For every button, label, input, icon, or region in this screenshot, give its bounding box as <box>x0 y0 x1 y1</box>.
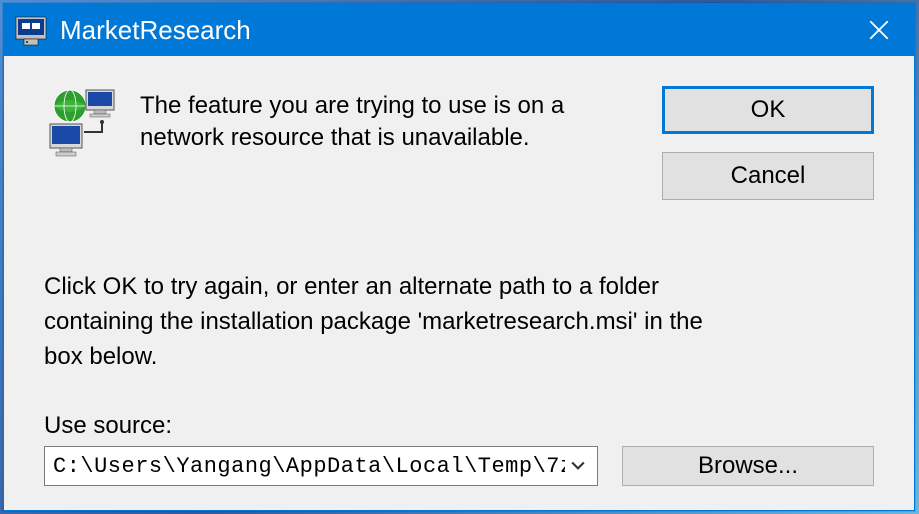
primary-message: The feature you are trying to use is on … <box>140 86 662 155</box>
chevron-down-icon[interactable] <box>565 450 591 482</box>
cancel-button[interactable]: Cancel <box>662 152 874 200</box>
installer-icon <box>12 11 50 49</box>
source-label: Use source: <box>44 412 874 440</box>
network-install-icon <box>44 84 122 162</box>
browse-button[interactable]: Browse... <box>622 446 874 486</box>
source-combobox[interactable] <box>44 446 598 486</box>
source-input[interactable] <box>53 454 565 479</box>
dialog-content: The feature you are trying to use is on … <box>4 56 914 510</box>
installer-dialog: MarketResearch <box>3 3 915 511</box>
close-button[interactable] <box>844 4 914 56</box>
ok-button[interactable]: OK <box>662 86 874 134</box>
instruction-text: Click OK to try again, or enter an alter… <box>44 270 724 374</box>
window-title: MarketResearch <box>60 15 844 46</box>
titlebar: MarketResearch <box>4 4 914 56</box>
